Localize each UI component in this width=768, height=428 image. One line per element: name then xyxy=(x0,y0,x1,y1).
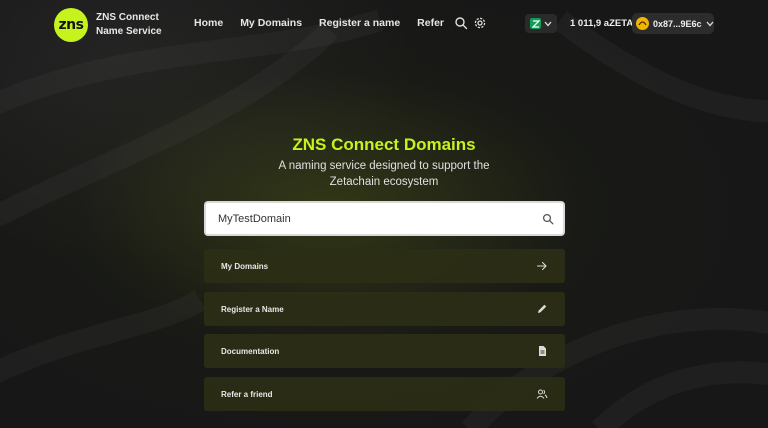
page-subtitle-line1: A naming service designed to support the xyxy=(278,160,490,172)
document-icon xyxy=(539,346,546,356)
register-name-button[interactable]: Register a Name xyxy=(204,292,565,326)
nav-home[interactable]: Home xyxy=(194,17,223,29)
main-nav: Home My Domains Register a name Refer xyxy=(194,17,461,29)
network-selector[interactable] xyxy=(525,14,557,33)
my-domains-button[interactable]: My Domains xyxy=(204,249,565,283)
gear-icon[interactable] xyxy=(473,16,487,30)
zetachain-icon xyxy=(530,18,541,29)
domain-search-input[interactable] xyxy=(218,212,528,225)
nav-refer[interactable]: Refer xyxy=(417,17,444,29)
refer-friend-label: Refer a friend xyxy=(221,389,273,399)
page-subtitle: A naming service designed to support the… xyxy=(0,158,768,190)
page-title: ZNS Connect Domains xyxy=(292,135,476,154)
search-icon[interactable] xyxy=(542,213,554,225)
zns-logo[interactable]: zns xyxy=(54,8,88,42)
pencil-icon xyxy=(538,304,547,313)
brand-name: ZNS Connect Name Service xyxy=(96,11,176,39)
wallet-account-button[interactable]: 0x87...9E6c xyxy=(632,13,714,34)
search-icon[interactable] xyxy=(454,16,468,30)
documentation-button[interactable]: Documentation xyxy=(204,334,565,368)
wallet-avatar-icon xyxy=(636,17,649,30)
top-navbar: zns ZNS Connect Name Service Home My Dom… xyxy=(0,0,768,48)
my-domains-label: My Domains xyxy=(221,261,269,271)
wallet-balance: 1 011,9 aZETA xyxy=(570,18,634,29)
chevron-down-icon xyxy=(706,21,714,26)
nav-register-name[interactable]: Register a name xyxy=(319,17,400,29)
chevron-down-icon xyxy=(544,21,552,26)
logo-text: zns xyxy=(58,17,84,33)
register-name-label: Register a Name xyxy=(221,304,284,314)
refer-friend-button[interactable]: Refer a friend xyxy=(204,377,565,411)
nav-my-domains[interactable]: My Domains xyxy=(240,17,302,29)
documentation-label: Documentation xyxy=(221,346,280,356)
users-icon xyxy=(536,389,548,399)
brand-name-line1: ZNS Connect xyxy=(96,12,159,23)
wallet-address: 0x87...9E6c xyxy=(653,18,702,29)
domain-search-box xyxy=(204,201,565,236)
arrow-right-icon xyxy=(536,261,547,271)
brand-name-line2: Name Service xyxy=(96,26,162,37)
page-subtitle-line2: Zetachain ecosystem xyxy=(329,176,439,188)
